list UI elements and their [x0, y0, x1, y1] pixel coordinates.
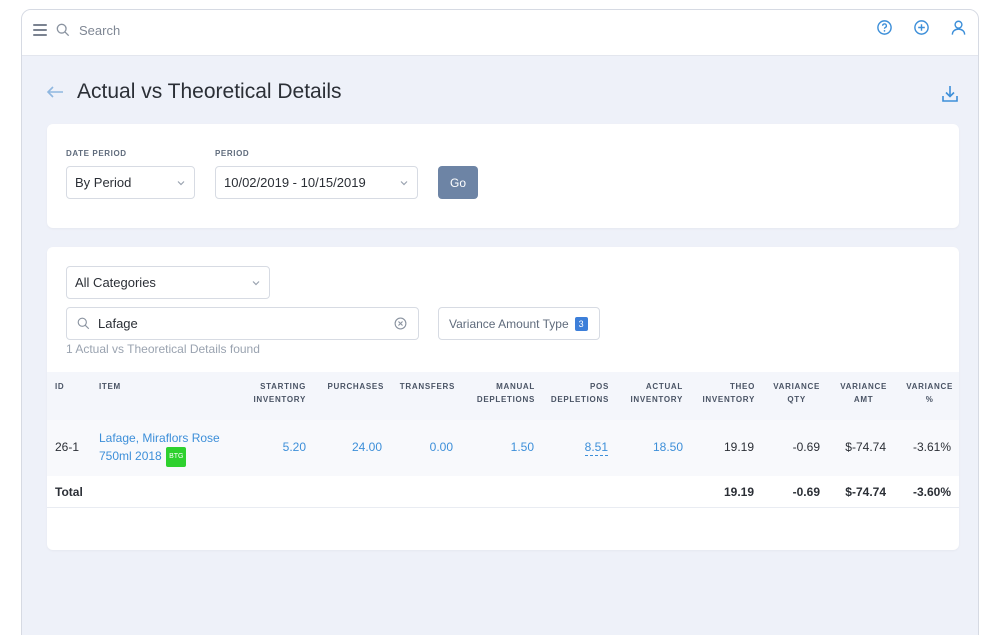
- total-variance-qty: -0.69: [792, 485, 820, 499]
- header-variance-amt[interactable]: VARIANCE AMT: [840, 380, 887, 406]
- download-icon[interactable]: [940, 84, 960, 104]
- header-line: AMT: [853, 395, 874, 404]
- results-count: 1 Actual vs Theoretical Details found: [66, 342, 260, 356]
- header-line: VARIANCE: [906, 382, 953, 391]
- date-period-label: DATE PERIOD: [66, 149, 127, 158]
- header-transfers[interactable]: TRANSFERS: [400, 380, 455, 393]
- cell-purchases[interactable]: 24.00: [352, 440, 382, 454]
- filter-card: DATE PERIOD By Period PERIOD 10/02/2019 …: [47, 124, 959, 228]
- go-button[interactable]: Go: [438, 166, 478, 199]
- header-actual-inventory[interactable]: ACTUAL INVENTORY: [630, 380, 683, 406]
- add-icon[interactable]: [913, 19, 930, 36]
- variance-amount-type-button[interactable]: Variance Amount Type 3: [438, 307, 600, 340]
- period-select[interactable]: 10/02/2019 - 10/15/2019: [215, 166, 418, 199]
- cell-variance-qty: -0.69: [792, 440, 820, 454]
- top-bar: Search: [22, 10, 978, 56]
- cell-id: 26-1: [55, 440, 80, 454]
- btg-badge: BTG: [166, 447, 187, 467]
- search-placeholder: Search: [79, 22, 121, 38]
- header-pos-depletions[interactable]: POS DEPLETIONS: [551, 380, 609, 406]
- menu-icon[interactable]: [33, 24, 47, 36]
- chevron-down-icon: [177, 181, 185, 186]
- variance-type-count-badge: 3: [574, 316, 588, 331]
- search-icon: [56, 23, 70, 37]
- header-line: POS: [590, 382, 609, 391]
- item-name-line2[interactable]: 750ml 2018 BTG: [99, 447, 220, 467]
- user-icon[interactable]: [950, 19, 967, 36]
- header-line: DEPLETIONS: [476, 395, 535, 404]
- table-row[interactable]: 26-1 Lafage, Miraflors Rose 750ml 2018 B…: [47, 420, 959, 476]
- header-line: ACTUAL: [645, 382, 683, 391]
- header-line: INVENTORY: [253, 395, 306, 404]
- cell-actual-inventory[interactable]: 18.50: [653, 440, 683, 454]
- global-search[interactable]: Search: [56, 20, 120, 40]
- category-value: All Categories: [75, 275, 156, 290]
- header-item: ITEM: [99, 382, 121, 391]
- variance-amount-type-label: Variance Amount Type: [449, 316, 569, 331]
- cell-variance-amt: $-74.74: [845, 440, 886, 454]
- help-icon[interactable]: [876, 19, 893, 36]
- date-period-select[interactable]: By Period: [66, 166, 195, 199]
- table-total-row: Total 19.19 -0.69 $-74.74 -3.60%: [47, 476, 959, 508]
- item-name-line1[interactable]: Lafage, Miraflors Rose: [99, 429, 220, 447]
- period-value: 10/02/2019 - 10/15/2019: [224, 175, 366, 190]
- header-starting-inventory[interactable]: STARTING INVENTORY: [253, 380, 306, 406]
- total-variance-amt: $-74.74: [845, 485, 886, 499]
- item-name-line2-text: 750ml 2018: [99, 449, 162, 463]
- date-period-value: By Period: [75, 175, 132, 190]
- chevron-down-icon: [252, 281, 260, 286]
- cell-theo-inventory: 19.19: [723, 440, 754, 454]
- cell-manual-depletions[interactable]: 1.50: [511, 440, 534, 454]
- header-line: INVENTORY: [702, 395, 755, 404]
- total-variance-pct: -3.60%: [912, 485, 951, 499]
- cell-pos-depletions[interactable]: 8.51: [584, 440, 608, 456]
- header-line: VARIANCE: [840, 382, 887, 391]
- item-search-value: Lafage: [98, 316, 138, 331]
- app-window: Search Actual vs Theoretical Details DAT…: [21, 9, 979, 635]
- header-line: INVENTORY: [630, 395, 683, 404]
- results-card: All Categories Lafage Variance Amount Ty…: [47, 247, 959, 550]
- header-line: THEO: [729, 382, 755, 391]
- header-line: MANUAL: [496, 382, 535, 391]
- chevron-down-icon: [400, 181, 408, 186]
- total-label: Total: [55, 485, 83, 499]
- header-variance-pct[interactable]: VARIANCE %: [906, 380, 953, 406]
- back-arrow-icon[interactable]: [46, 85, 64, 99]
- header-line: STARTING: [260, 382, 306, 391]
- header-variance-qty[interactable]: VARIANCE QTY: [773, 380, 820, 406]
- header-line: QTY: [787, 395, 806, 404]
- cell-variance-pct: -3.61%: [912, 440, 951, 454]
- page-title: Actual vs Theoretical Details: [77, 80, 342, 103]
- header-purchases[interactable]: PURCHASES: [327, 380, 384, 393]
- period-label: PERIOD: [215, 149, 250, 158]
- cell-starting-inventory[interactable]: 5.20: [283, 440, 306, 454]
- header-id: ID: [55, 382, 65, 391]
- header-theo-inventory[interactable]: THEO INVENTORY: [702, 380, 755, 406]
- search-icon: [77, 317, 90, 330]
- cell-item[interactable]: Lafage, Miraflors Rose 750ml 2018 BTG: [99, 429, 220, 467]
- item-search-input[interactable]: Lafage: [66, 307, 419, 340]
- total-theo-inventory: 19.19: [723, 485, 754, 499]
- cell-transfers[interactable]: 0.00: [430, 440, 453, 454]
- table-header: ID ITEM STARTING INVENTORY PURCHASES TRA…: [47, 372, 959, 420]
- clear-search-icon[interactable]: [394, 317, 407, 330]
- top-icons: [876, 19, 967, 36]
- header-line: DEPLETIONS: [550, 395, 609, 404]
- header-manual-depletions[interactable]: MANUAL DEPLETIONS: [477, 380, 535, 406]
- header-line: %: [925, 395, 934, 404]
- header-line: VARIANCE: [773, 382, 820, 391]
- category-select[interactable]: All Categories: [66, 266, 270, 299]
